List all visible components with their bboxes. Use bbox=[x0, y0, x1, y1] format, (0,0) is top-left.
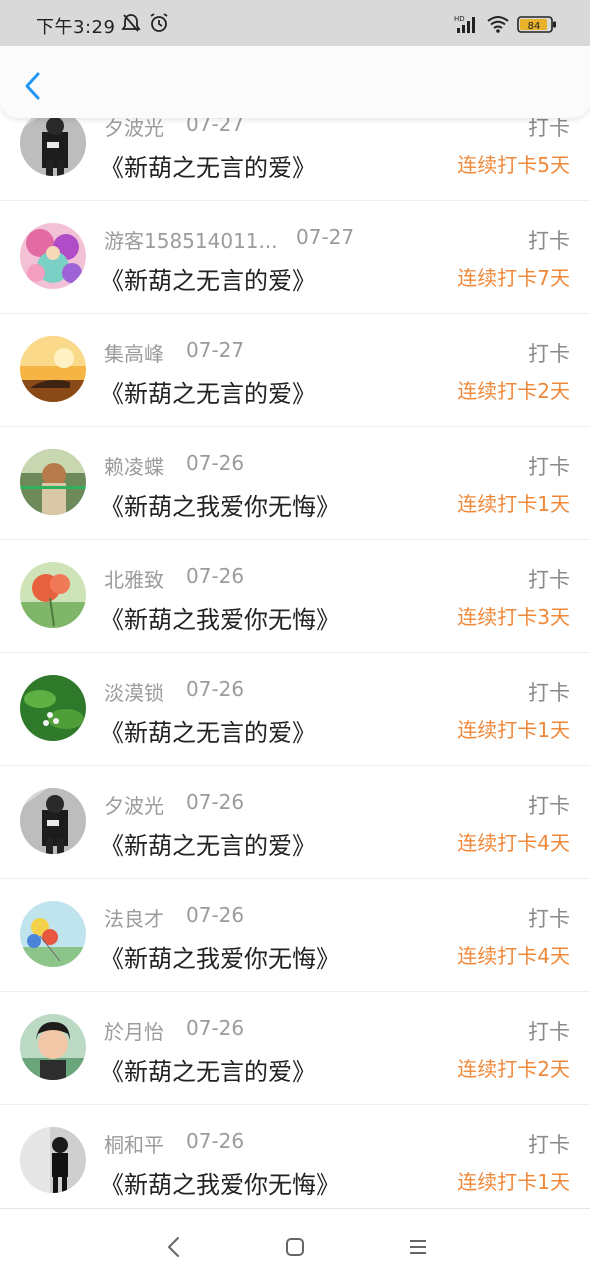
list-item[interactable]: 赖凌蝶 07-26 《新葫之我爱你无悔》 打卡 连续打卡1天 bbox=[0, 427, 590, 540]
avatar bbox=[20, 336, 86, 402]
list-item[interactable]: 夕波光 07-26 《新葫之无言的爱》 打卡 连续打卡4天 bbox=[0, 766, 590, 879]
checkin-label: 打卡 bbox=[528, 1020, 570, 1044]
checkin-label: 打卡 bbox=[528, 1133, 570, 1157]
menu-icon bbox=[410, 1240, 426, 1254]
song-title: 《新葫之无言的爱》 bbox=[100, 719, 316, 747]
top-nav-bar bbox=[0, 46, 590, 118]
network-label: HD bbox=[454, 15, 465, 23]
checkin-list: 夕波光 07-27 《新葫之无言的爱》 打卡 连续打卡5天 游客15851401… bbox=[0, 0, 590, 1208]
song-title: 《新葫之无言的爱》 bbox=[100, 380, 316, 408]
nav-back-button[interactable] bbox=[160, 1233, 188, 1261]
streak-label: 连续打卡5天 bbox=[457, 153, 570, 177]
list-item[interactable]: 桐和平 07-26 《新葫之我爱你无悔》 打卡 连续打卡1天 bbox=[0, 1105, 590, 1208]
checkin-date: 07-26 bbox=[186, 451, 245, 475]
user-name: 桐和平 bbox=[104, 1133, 164, 1157]
checkin-label: 打卡 bbox=[528, 907, 570, 931]
checkin-date: 07-26 bbox=[186, 564, 245, 588]
streak-label: 连续打卡1天 bbox=[457, 718, 570, 742]
streak-label: 连续打卡3天 bbox=[457, 605, 570, 629]
avatar bbox=[20, 901, 86, 967]
avatar bbox=[20, 110, 86, 176]
streak-label: 连续打卡2天 bbox=[457, 379, 570, 403]
streak-label: 连续打卡7天 bbox=[457, 266, 570, 290]
checkin-date: 07-26 bbox=[186, 1129, 245, 1153]
list-item[interactable]: 集高峰 07-27 《新葫之无言的爱》 打卡 连续打卡2天 bbox=[0, 314, 590, 427]
checkin-date: 07-27 bbox=[186, 338, 245, 362]
avatar bbox=[20, 223, 86, 289]
song-title: 《新葫之我爱你无悔》 bbox=[100, 493, 340, 521]
list-item[interactable]: 北雅致 07-26 《新葫之我爱你无悔》 打卡 连续打卡3天 bbox=[0, 540, 590, 653]
user-name: 集高峰 bbox=[104, 342, 164, 366]
nav-menu-button[interactable] bbox=[404, 1233, 432, 1261]
song-title: 《新葫之我爱你无悔》 bbox=[100, 1171, 340, 1199]
checkin-label: 打卡 bbox=[528, 568, 570, 592]
user-name: 於月怡 bbox=[104, 1020, 164, 1044]
wifi-icon bbox=[486, 15, 510, 37]
checkin-label: 打卡 bbox=[528, 229, 570, 253]
list-item[interactable]: 淡漠锁 07-26 《新葫之无言的爱》 打卡 连续打卡1天 bbox=[0, 653, 590, 766]
user-name: 赖凌蝶 bbox=[104, 455, 164, 479]
song-title: 《新葫之无言的爱》 bbox=[100, 832, 316, 860]
nav-home-button[interactable] bbox=[281, 1233, 309, 1261]
song-title: 《新葫之我爱你无悔》 bbox=[100, 606, 340, 634]
user-name: 法良才 bbox=[104, 907, 164, 931]
list-item[interactable]: 於月怡 07-26 《新葫之无言的爱》 打卡 连续打卡2天 bbox=[0, 992, 590, 1105]
checkin-date: 07-26 bbox=[186, 677, 245, 701]
avatar bbox=[20, 1127, 86, 1193]
status-time: 下午3:29 bbox=[36, 17, 116, 38]
avatar bbox=[20, 1014, 86, 1080]
back-icon bbox=[168, 1237, 179, 1257]
streak-label: 连续打卡4天 bbox=[457, 831, 570, 855]
checkin-date: 07-26 bbox=[186, 1016, 245, 1040]
avatar bbox=[20, 449, 86, 515]
list-item[interactable]: 游客158514011... 07-27 《新葫之无言的爱》 打卡 连续打卡7天 bbox=[0, 201, 590, 314]
bell-off-icon bbox=[121, 12, 141, 38]
song-title: 《新葫之无言的爱》 bbox=[100, 1058, 316, 1086]
checkin-date: 07-26 bbox=[186, 903, 245, 927]
status-bar: 下午3:29 HD 84 bbox=[0, 0, 590, 46]
streak-label: 连续打卡1天 bbox=[457, 492, 570, 516]
checkin-label: 打卡 bbox=[528, 794, 570, 818]
streak-label: 连续打卡2天 bbox=[457, 1057, 570, 1081]
home-icon bbox=[286, 1238, 304, 1256]
system-nav-bar bbox=[0, 1208, 590, 1281]
chevron-left-icon bbox=[25, 72, 40, 100]
checkin-label: 打卡 bbox=[528, 681, 570, 705]
user-name: 淡漠锁 bbox=[104, 681, 164, 705]
song-title: 《新葫之我爱你无悔》 bbox=[100, 945, 340, 973]
checkin-date: 07-27 bbox=[296, 225, 355, 249]
avatar bbox=[20, 562, 86, 628]
streak-label: 连续打卡4天 bbox=[457, 944, 570, 968]
checkin-label: 打卡 bbox=[528, 342, 570, 366]
streak-label: 连续打卡1天 bbox=[457, 1170, 570, 1194]
alarm-icon bbox=[148, 12, 170, 38]
song-title: 《新葫之无言的爱》 bbox=[100, 267, 316, 295]
checkin-date: 07-26 bbox=[186, 790, 245, 814]
checkin-label: 打卡 bbox=[528, 455, 570, 479]
battery-icon: 84 bbox=[517, 16, 557, 38]
battery-level: 84 bbox=[528, 21, 541, 32]
user-name: 游客158514011... bbox=[104, 229, 278, 253]
list-item[interactable]: 法良才 07-26 《新葫之我爱你无悔》 打卡 连续打卡4天 bbox=[0, 879, 590, 992]
user-name: 北雅致 bbox=[104, 568, 164, 592]
avatar bbox=[20, 788, 86, 854]
signal-icon: HD bbox=[453, 14, 479, 38]
back-button[interactable] bbox=[18, 68, 48, 104]
avatar bbox=[20, 675, 86, 741]
user-name: 夕波光 bbox=[104, 794, 164, 818]
song-title: 《新葫之无言的爱》 bbox=[100, 154, 316, 182]
